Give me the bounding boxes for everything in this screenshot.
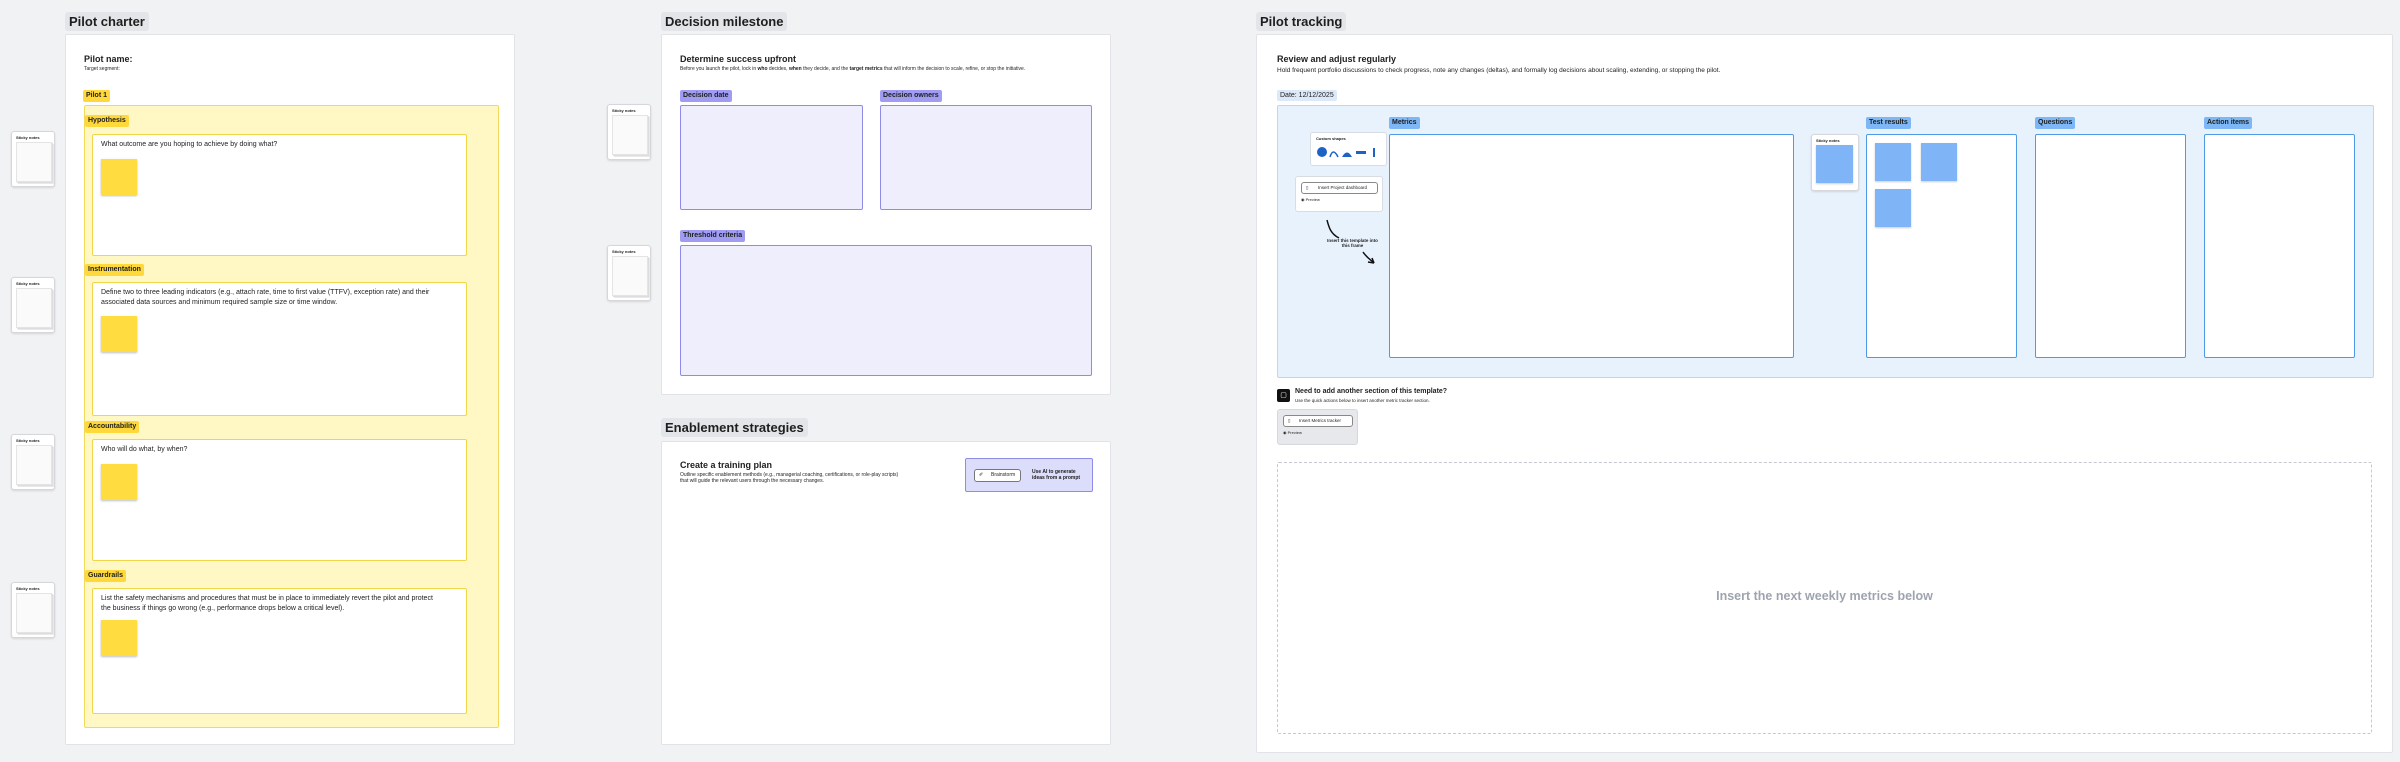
guardrails-tag: Guardrails xyxy=(85,570,127,582)
sticky-note[interactable] xyxy=(101,464,137,500)
threshold-criteria-tag: Threshold criteria xyxy=(680,230,746,242)
eye-icon: ◉ xyxy=(1283,430,1287,435)
sticky-note[interactable] xyxy=(1875,189,1911,227)
instrumentation-box[interactable]: Define two to three leading indicators (… xyxy=(92,282,467,416)
tracking-description: Hold frequent portfolio discussions to c… xyxy=(1277,67,1721,74)
sticky-notes-widget[interactable]: Sticky notes xyxy=(1811,134,1859,191)
brainstorm-button[interactable]: ✐ Brainstorm xyxy=(974,469,1021,482)
decision-date-box[interactable] xyxy=(680,105,863,210)
insert-metrics-tracker-button[interactable]: ▯ Insert Metrics tracker xyxy=(1283,415,1353,427)
eye-icon: ◉ xyxy=(1301,197,1305,202)
insert-project-dashboard-button[interactable]: ▯ Insert Project dashboard xyxy=(1301,182,1378,194)
preview-link[interactable]: ◉ Preview xyxy=(1283,430,1302,435)
instrumentation-prompt: Define two to three leading indicators (… xyxy=(101,289,430,306)
decision-owners-tag: Decision owners xyxy=(880,90,942,102)
sticky-notes-widget[interactable]: Sticky notes xyxy=(11,277,55,333)
sticky-notes-widget[interactable]: Sticky notes xyxy=(11,582,55,638)
test-results-column[interactable] xyxy=(1866,134,2017,358)
date-label[interactable]: Date: 12/12/2025 xyxy=(1277,90,1337,101)
document-icon: ▯ xyxy=(1288,418,1291,423)
add-section-description: Use the quick actions below to insert an… xyxy=(1295,398,1430,403)
sticky-notes-widget[interactable]: Sticky notes xyxy=(607,104,651,160)
decision-owners-box[interactable] xyxy=(880,105,1092,210)
metrics-tracker-area: Custom shapes ▯ Insert Project dashboard… xyxy=(1277,105,2374,378)
pilot-charter-title: Pilot charter xyxy=(65,12,149,31)
next-metrics-placeholder[interactable]: Insert the next weekly metrics below xyxy=(1277,462,2372,734)
action-items-tag: Action items xyxy=(2204,117,2253,129)
decision-date-tag: Decision date xyxy=(680,90,732,102)
pilot-charter-frame[interactable]: Pilot name: Target segment: Pilot 1 Hypo… xyxy=(65,34,515,745)
guardrails-prompt: List the safety mechanisms and procedure… xyxy=(101,595,433,612)
test-results-tag: Test results xyxy=(1866,117,1911,129)
decision-milestone-frame[interactable]: Determine success upfront Before you lau… xyxy=(661,34,1111,395)
questions-column[interactable] xyxy=(2035,134,2186,358)
sticky-note[interactable] xyxy=(1875,143,1911,181)
pilot-tracking-frame[interactable]: Review and adjust regularly Hold frequen… xyxy=(1256,34,2393,753)
ai-brainstorm-widget: ✐ Brainstorm Use AI to generate ideas fr… xyxy=(965,458,1093,492)
info-icon: ▢ xyxy=(1277,389,1290,402)
accountability-box[interactable]: Who will do what, by when? xyxy=(92,439,467,561)
insert-metrics-widget: ▯ Insert Metrics tracker ◉ Preview xyxy=(1277,409,1358,445)
decision-milestone-title: Decision milestone xyxy=(661,12,788,31)
document-icon: ▯ xyxy=(1306,185,1309,190)
tracking-heading: Review and adjust regularly xyxy=(1277,54,1397,64)
insert-template-annotation: Insert this template into this frame xyxy=(1327,238,1378,248)
accountability-prompt: Who will do what, by when? xyxy=(101,446,188,453)
instrumentation-tag: Instrumentation xyxy=(85,264,144,276)
pilot-1-container: Hypothesis What outcome are you hoping t… xyxy=(84,105,499,728)
metrics-tag: Metrics xyxy=(1389,117,1420,129)
pilot-tracking-title: Pilot tracking xyxy=(1256,12,1347,31)
add-section-title: Need to add another section of this temp… xyxy=(1295,388,1448,395)
pilot-name-label: Pilot name: xyxy=(84,54,133,64)
sticky-note[interactable] xyxy=(1921,143,1957,181)
ai-hint: Use AI to generate ideas from a prompt xyxy=(1032,469,1081,481)
sticky-notes-widget[interactable]: Sticky notes xyxy=(11,131,55,187)
enablement-frame[interactable]: Create a training plan Outline specific … xyxy=(661,441,1111,745)
action-items-column[interactable] xyxy=(2204,134,2355,358)
magic-wand-icon: ✐ xyxy=(979,472,984,478)
hypothesis-prompt: What outcome are you hoping to achieve b… xyxy=(101,141,278,148)
guardrails-box[interactable]: List the safety mechanisms and procedure… xyxy=(92,588,467,714)
custom-shapes-widget[interactable]: Custom shapes xyxy=(1310,132,1387,166)
enablement-heading: Create a training plan xyxy=(680,460,773,470)
threshold-criteria-box[interactable] xyxy=(680,245,1092,376)
insert-dashboard-widget: ▯ Insert Project dashboard ◉ Preview xyxy=(1295,176,1383,212)
decision-heading: Determine success upfront xyxy=(680,54,797,64)
sticky-notes-widget[interactable]: Sticky notes xyxy=(11,434,55,490)
sticky-note[interactable] xyxy=(101,316,137,352)
enablement-strategies-title: Enablement strategies xyxy=(661,418,808,437)
metrics-column[interactable] xyxy=(1389,134,1794,358)
target-segment-label: Target segment: xyxy=(84,66,120,72)
hypothesis-box[interactable]: What outcome are you hoping to achieve b… xyxy=(92,134,467,256)
sticky-notes-widget[interactable]: Sticky notes xyxy=(607,245,651,301)
pilot-tag: Pilot 1 xyxy=(83,90,111,102)
accountability-tag: Accountability xyxy=(85,421,140,433)
shapes-icon xyxy=(1317,147,1375,158)
sticky-note[interactable] xyxy=(101,159,137,195)
enablement-description: Outline specific enablement methods (e.g… xyxy=(680,472,899,484)
questions-tag: Questions xyxy=(2035,117,2076,129)
decision-description: Before you launch the pilot, lock in who… xyxy=(680,66,1026,72)
preview-link[interactable]: ◉ Preview xyxy=(1301,197,1320,202)
sticky-note[interactable] xyxy=(101,620,137,656)
placeholder-text: Insert the next weekly metrics below xyxy=(1716,589,1933,603)
hypothesis-tag: Hypothesis xyxy=(85,115,129,127)
